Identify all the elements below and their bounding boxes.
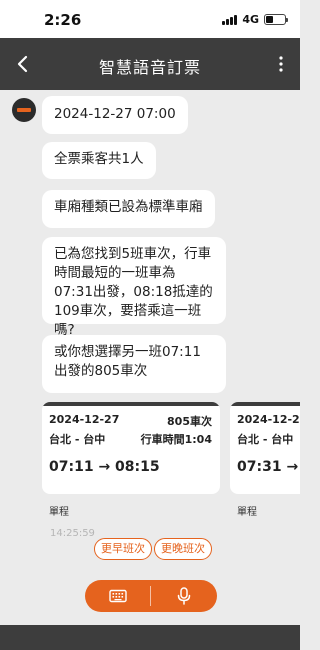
card-duration: 行車時間1:04: [140, 433, 212, 446]
status-bar: 2:26 4G: [0, 0, 300, 38]
trip-type-label: 單程: [49, 507, 69, 518]
more-vertical-icon[interactable]: [278, 56, 284, 72]
status-time: 2:26: [44, 11, 82, 29]
later-train-button[interactable]: 更晚班次: [154, 538, 212, 560]
microphone-icon: [177, 587, 191, 605]
train-card[interactable]: 2024-12-27 台北 - 台中 07:31 →: [230, 402, 300, 494]
bot-avatar: [12, 98, 36, 122]
battery-icon: [264, 14, 288, 25]
card-route: 台北 - 台中: [237, 433, 294, 446]
message-bubble: 2024-12-27 07:00: [42, 96, 188, 134]
status-indicators: 4G: [222, 13, 288, 26]
keyboard-button[interactable]: [85, 580, 150, 612]
card-date: 2024-12-27: [237, 413, 300, 426]
header-bar: 智慧語音訂票: [0, 38, 300, 90]
card-date: 2024-12-27: [49, 413, 120, 426]
chat-area: 2024-12-27 07:00 全票乘客共1人 車廂種類已設為標準車廂 已為您…: [0, 90, 300, 575]
trip-type-label: 單程: [237, 507, 257, 518]
network-label: 4G: [242, 13, 259, 26]
card-route: 台北 - 台中: [49, 433, 106, 446]
message-bubble: 車廂種類已設為標準車廂: [42, 190, 215, 228]
page-title: 智慧語音訂票: [98, 58, 201, 77]
signal-icon: [222, 14, 238, 25]
message-timestamp: 14:25:59: [50, 528, 95, 539]
input-bar: [85, 580, 217, 612]
message-bubble: 全票乘客共1人: [42, 142, 156, 179]
message-bubble: 已為您找到5班車次，行車時間最短的一班車為07:31出發，08:18抵達的109…: [42, 237, 226, 338]
keyboard-icon: [109, 589, 127, 603]
train-card[interactable]: 2024-12-27 805車次 台北 - 台中 行車時間1:04 07:11 …: [42, 402, 220, 494]
train-cards-carousel[interactable]: 2024-12-27 805車次 台北 - 台中 行車時間1:04 07:11 …: [42, 402, 300, 498]
bottom-bar: [0, 625, 300, 650]
card-times: 07:11 → 08:15: [49, 459, 160, 475]
microphone-button[interactable]: [151, 580, 217, 612]
card-times: 07:31 →: [237, 459, 299, 475]
message-bubble: 或你想選擇另一班07:11出發的805車次: [42, 335, 226, 393]
card-train-number: 805車次: [167, 415, 212, 428]
earlier-train-button[interactable]: 更早班次: [94, 538, 152, 560]
